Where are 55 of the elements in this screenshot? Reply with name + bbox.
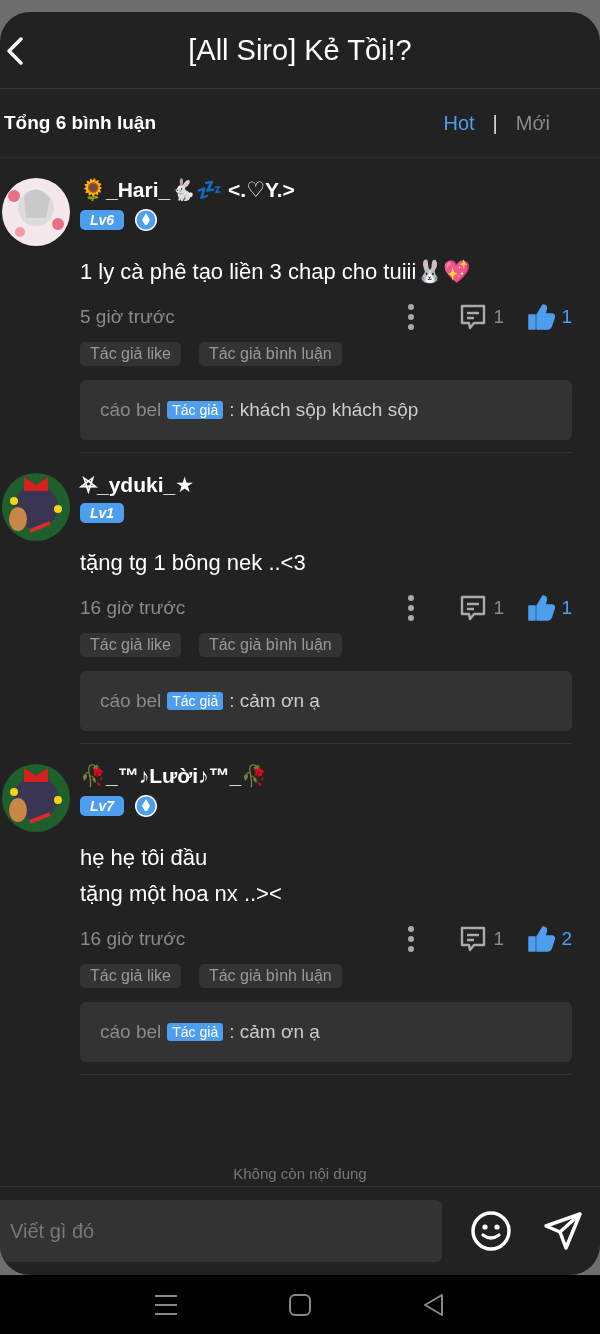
comment-text: hẹ hẹ tôi đầu tặng một hoa nx ..>< [80,844,283,908]
tab-divider: | [492,111,498,135]
thumbs-up-icon[interactable] [527,594,556,622]
level-badge: Lv1 [80,503,125,523]
more-icon[interactable] [407,304,416,330]
emoji-icon[interactable] [470,1210,512,1252]
username: 🥀_™♪Lười♪™_🥀 [80,763,269,789]
level-badge: Lv7 [80,796,125,816]
comment-icon[interactable] [459,925,488,953]
end-of-list-note: Không còn nội dung [232,1165,368,1184]
timestamp: 16 giờ trước [80,928,187,950]
comment-text: tặng tg 1 bông nek ..<3 [80,549,307,577]
comment-input[interactable]: Viết gì đó [0,1200,442,1262]
thumbs-up-icon[interactable] [527,303,556,331]
reply-text: : cảm ơn ạ [229,1021,320,1043]
author-badge: Tác giả [167,1023,224,1041]
tag: Tác giả like [80,342,181,366]
send-icon[interactable] [542,1210,584,1252]
more-icon[interactable] [407,595,416,621]
back-icon[interactable] [6,36,24,66]
reply-text: : khách sộp khách sộp [229,399,419,421]
timestamp: 16 giờ trước [80,597,187,619]
like-count: 1 [561,306,572,328]
tag: Tác giả bình luận [198,342,342,366]
level-badge: Lv6 [80,210,125,230]
reply-author: cáo bel [100,1021,162,1043]
reply-author: cáo bel [100,690,162,712]
author-badge: Tác giả [167,401,224,419]
sort-tab[interactable]: Hot [443,111,475,135]
comment-text: 1 ly cà phê tạo liền 3 chap cho tuiii🐰💖 [80,258,472,286]
comment-count: Tổng 6 bình luận [4,112,157,134]
back-icon[interactable] [422,1292,446,1317]
page-title: [All Siro] Kẻ Tồi!? [187,33,413,67]
username: ⛧_yduki_★ [80,472,196,498]
username: 🌻_Hari_🐇💤 <.♡Y.> [80,177,296,203]
more-icon[interactable] [407,926,416,952]
author-badge: Tác giả [167,692,224,710]
home-icon[interactable] [288,1292,312,1317]
comment-icon[interactable] [459,303,488,331]
reply-count: 1 [493,306,505,328]
menu-icon[interactable] [154,1292,178,1317]
tag: Tác giả bình luận [198,633,342,657]
like-count: 2 [561,928,572,950]
timestamp: 5 giờ trước [80,306,176,328]
reply-count: 1 [493,928,505,950]
reply-author: cáo bel [100,399,162,421]
reply-count: 1 [493,597,505,619]
tag: Tác giả bình luận [198,964,342,988]
tag: Tác giả like [80,964,181,988]
tag: Tác giả like [80,633,181,657]
thumbs-up-icon[interactable] [527,925,556,953]
like-count: 1 [561,597,572,619]
comment-icon[interactable] [459,594,488,622]
sort-tab[interactable]: Mới [515,111,550,135]
reply-text: : cảm ơn ạ [229,690,320,712]
